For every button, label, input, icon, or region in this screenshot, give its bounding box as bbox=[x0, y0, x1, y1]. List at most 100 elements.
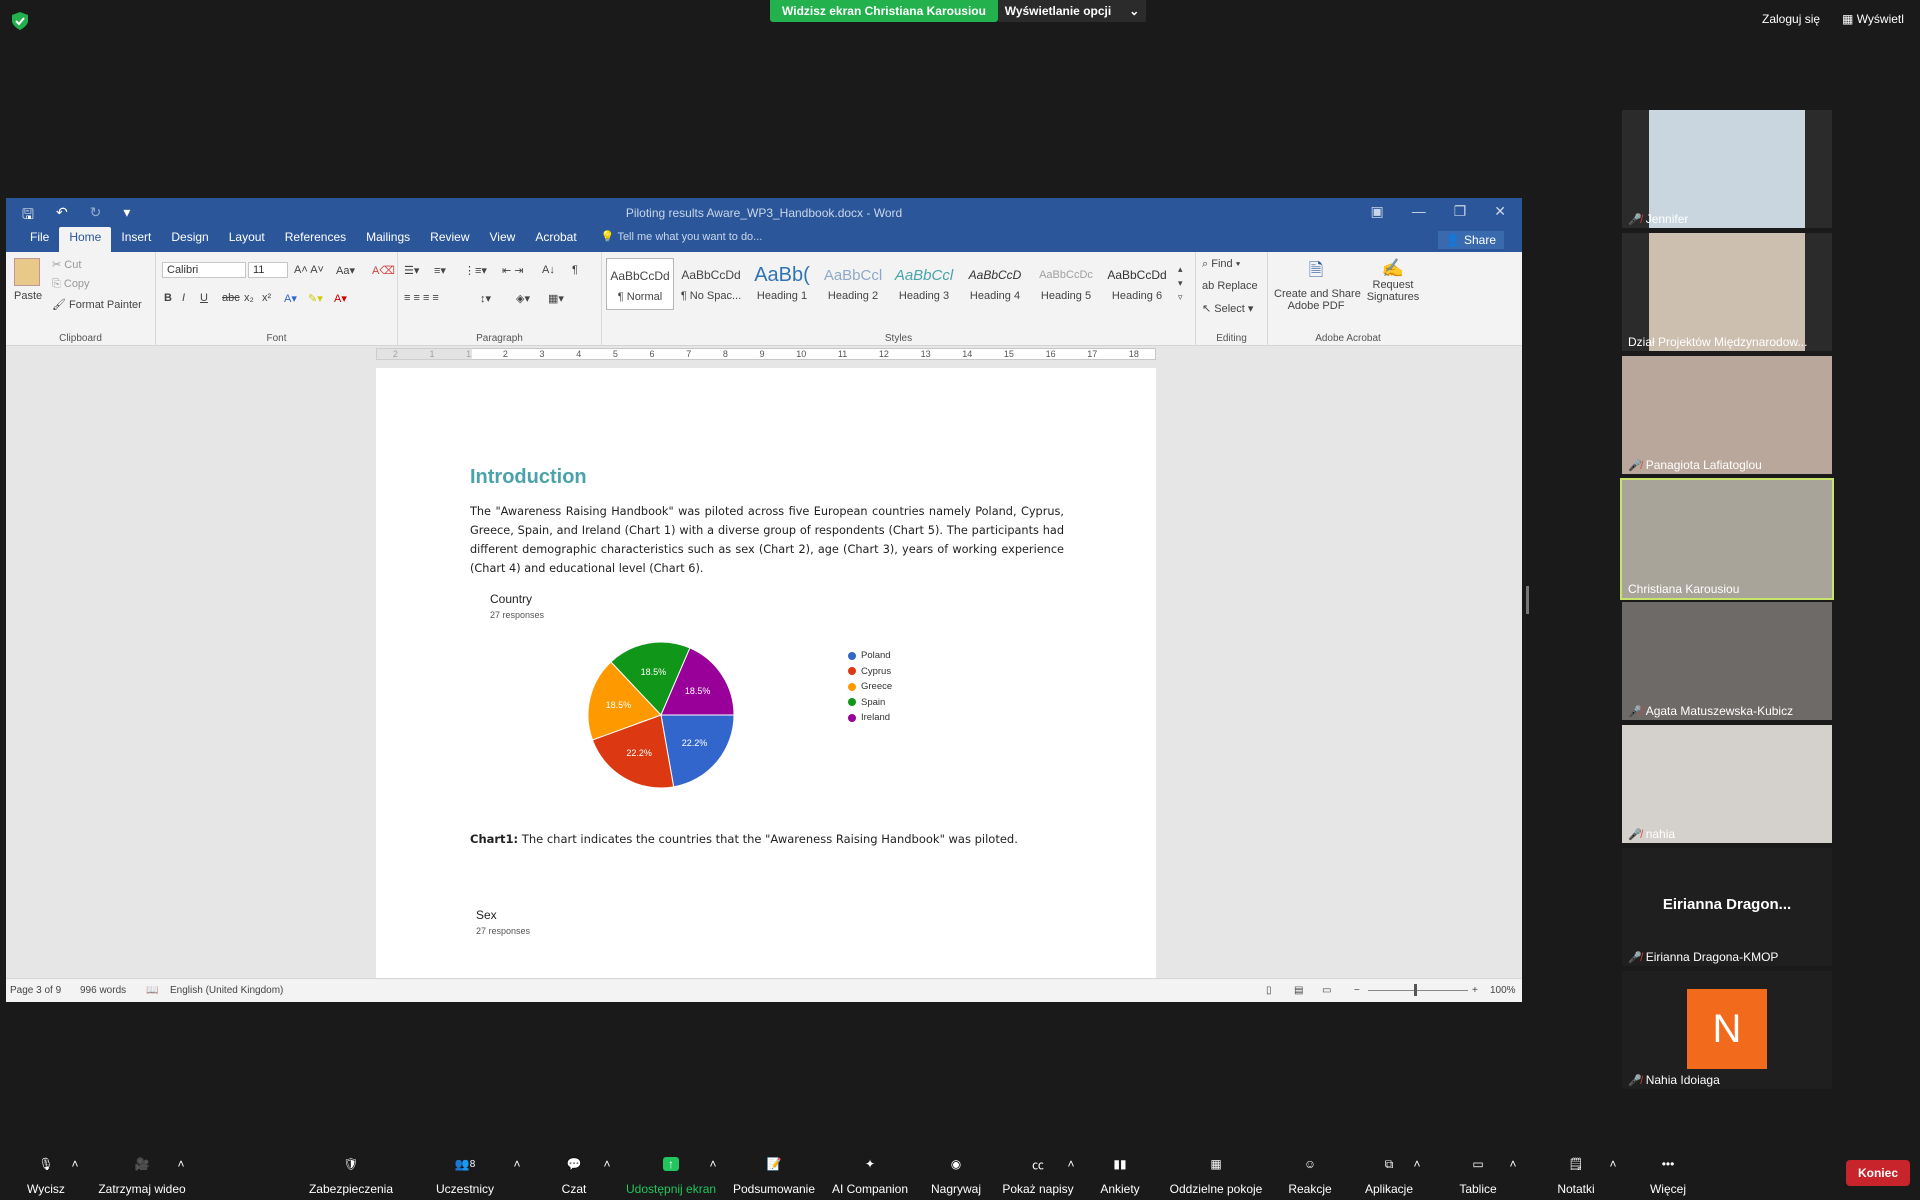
italic-icon[interactable]: I bbox=[182, 292, 185, 304]
tab-layout[interactable]: Layout bbox=[219, 227, 275, 252]
share-chevron-icon[interactable]: ˄ bbox=[708, 1152, 718, 1176]
restore-icon[interactable]: ❐ bbox=[1454, 203, 1467, 220]
create-pdf-button[interactable]: 🗎 Create and Share Adobe PDF bbox=[1274, 258, 1361, 312]
align-icons[interactable]: ≡ ≡ ≡ ≡ bbox=[404, 292, 439, 304]
ribbon-display-icon[interactable]: ▣ bbox=[1370, 203, 1383, 220]
view-options-dropdown[interactable]: Wyświetlanie opcji ⌄ bbox=[998, 0, 1146, 22]
subscript-icon[interactable]: x₂ bbox=[244, 292, 254, 304]
multilevel-list-icon[interactable]: ⋮≡▾ bbox=[464, 264, 487, 277]
apps-button[interactable]: ⧉ Aplikacje bbox=[1360, 1152, 1418, 1197]
ai-companion-button[interactable]: ✦ AI Companion bbox=[830, 1152, 910, 1196]
format-painter-button[interactable]: 🖌 Format Painter bbox=[52, 298, 142, 311]
numbering-icon[interactable]: ≡▾ bbox=[434, 264, 446, 277]
reactions-button[interactable]: ☺ Reakcje bbox=[1284, 1152, 1336, 1196]
text-effects-icon[interactable]: A▾ bbox=[284, 292, 297, 305]
apps-chevron-icon[interactable]: ˄ bbox=[1412, 1152, 1422, 1176]
zoom-level[interactable]: 100% bbox=[1490, 985, 1516, 996]
line-spacing-icon[interactable]: ↕▾ bbox=[480, 292, 491, 305]
participants-chevron-icon[interactable]: ˄ bbox=[512, 1152, 522, 1176]
tab-references[interactable]: References bbox=[275, 227, 356, 252]
tab-view[interactable]: View bbox=[480, 227, 526, 252]
language[interactable]: English (United Kingdom) bbox=[170, 985, 283, 996]
document-page[interactable]: Introduction The "Awareness Raising Hand… bbox=[376, 368, 1156, 978]
security-button[interactable]: 🛡 Zabezpieczenia bbox=[308, 1152, 394, 1196]
bold-icon[interactable]: B bbox=[164, 292, 172, 304]
polls-button[interactable]: ▮▮ Ankiety bbox=[1096, 1152, 1144, 1196]
close-icon[interactable]: ✕ bbox=[1494, 203, 1506, 220]
style-heading-5[interactable]: AaBbCcDc Heading 5 bbox=[1032, 258, 1100, 310]
login-link[interactable]: Zaloguj się bbox=[1762, 12, 1820, 26]
zoom-slider-thumb[interactable] bbox=[1414, 984, 1417, 996]
styles-scroll-icon[interactable]: ▴ ▾ ▿ bbox=[1178, 262, 1183, 304]
web-layout-icon[interactable]: ▭ bbox=[1322, 985, 1331, 996]
shading-icon[interactable]: ◈▾ bbox=[516, 292, 530, 305]
style-no-spacing[interactable]: AaBbCcDd ¶ No Spac... bbox=[677, 258, 745, 310]
paste-icon[interactable] bbox=[14, 258, 40, 286]
participant-tile[interactable]: 🎤̸ Panagiota Lafiatoglou bbox=[1622, 356, 1832, 474]
tab-file[interactable]: File bbox=[20, 227, 59, 252]
video-options-chevron-icon[interactable]: ˄ bbox=[176, 1152, 186, 1176]
highlight-icon[interactable]: ✎▾ bbox=[308, 292, 323, 305]
audio-options-chevron-icon[interactable]: ˄ bbox=[70, 1152, 80, 1176]
participant-tile[interactable]: Dział Projektów Międzynarodow... bbox=[1622, 233, 1832, 351]
select-button[interactable]: ↖ Select ▾ bbox=[1202, 302, 1253, 315]
participant-tile[interactable]: 🎤̸ nahia bbox=[1622, 725, 1832, 843]
minimize-icon[interactable]: — bbox=[1412, 203, 1426, 220]
font-size-select[interactable]: 11 bbox=[248, 262, 288, 278]
whiteboards-chevron-icon[interactable]: ˄ bbox=[1508, 1152, 1518, 1176]
zoom-in-icon[interactable]: + bbox=[1472, 985, 1478, 996]
find-button[interactable]: ⌕ Find ▾ bbox=[1202, 258, 1240, 271]
share-screen-button[interactable]: ↑ Udostępnij ekran bbox=[626, 1152, 716, 1196]
request-signatures-button[interactable]: ✍ Request Signatures bbox=[1360, 258, 1426, 303]
style-normal[interactable]: AaBbCcDd ¶ Normal bbox=[606, 258, 674, 310]
indent-icons[interactable]: ⇤ ⇥ bbox=[502, 264, 524, 277]
participant-tile[interactable]: 🎤̸ Agata Matuszewska-Kubicz bbox=[1622, 602, 1832, 720]
participant-tile-active-speaker[interactable]: Christiana Karousiou bbox=[1620, 478, 1834, 600]
tab-design[interactable]: Design bbox=[161, 227, 218, 252]
more-button[interactable]: ••• Więcej bbox=[1644, 1152, 1692, 1196]
participant-tile[interactable]: N 🎤̸ Nahia Idoiaga bbox=[1622, 971, 1832, 1089]
print-layout-icon[interactable]: ▤ bbox=[1294, 985, 1303, 996]
chat-chevron-icon[interactable]: ˄ bbox=[602, 1152, 612, 1176]
mute-button[interactable]: 🎙 Wycisz bbox=[20, 1152, 72, 1196]
style-heading-1[interactable]: AaBb(Heading 1 bbox=[748, 258, 816, 310]
captions-button[interactable]: ㏄ Pokaż napisy bbox=[1000, 1152, 1076, 1197]
read-mode-icon[interactable]: ▯ bbox=[1266, 985, 1272, 996]
copy-button[interactable]: ⎘ Copy bbox=[52, 278, 90, 291]
tab-mailings[interactable]: Mailings bbox=[356, 227, 420, 252]
tab-acrobat[interactable]: Acrobat bbox=[525, 227, 586, 252]
clear-formatting-icon[interactable]: A⌫ bbox=[372, 264, 395, 277]
view-button[interactable]: ▦ Wyświetl bbox=[1842, 12, 1904, 26]
zoom-out-icon[interactable]: − bbox=[1354, 985, 1360, 996]
document-area[interactable]: Introduction The "Awareness Raising Hand… bbox=[6, 368, 1522, 978]
style-heading-2[interactable]: AaBbCcl Heading 2 bbox=[819, 258, 887, 310]
style-heading-3[interactable]: AaBbCcl Heading 3 bbox=[890, 258, 958, 310]
bullets-icon[interactable]: ☰▾ bbox=[404, 264, 419, 277]
paste-button[interactable]: Paste bbox=[14, 290, 42, 302]
font-grow-shrink-icon[interactable]: A˄ A˅ bbox=[294, 264, 324, 276]
resize-handle[interactable] bbox=[1526, 586, 1529, 614]
style-heading-4[interactable]: AaBbCcD Heading 4 bbox=[961, 258, 1029, 310]
cut-button[interactable]: ✂ Cut bbox=[52, 258, 81, 271]
tab-review[interactable]: Review bbox=[420, 227, 479, 252]
horizontal-ruler[interactable]: 21123456789101112131415161718 bbox=[6, 346, 1522, 362]
change-case-icon[interactable]: Aa▾ bbox=[336, 264, 355, 277]
whiteboards-button[interactable]: ▭ Tablice bbox=[1452, 1152, 1504, 1196]
share-button[interactable]: 👤 Share bbox=[1437, 231, 1504, 249]
tab-home[interactable]: Home bbox=[59, 227, 112, 252]
zoom-slider[interactable] bbox=[1368, 990, 1468, 991]
strikethrough-icon[interactable]: abc bbox=[222, 292, 240, 304]
tell-me-search[interactable]: 💡 Tell me what you want to do... bbox=[601, 227, 763, 252]
breakout-rooms-button[interactable]: ▦ Oddzielne pokoje bbox=[1166, 1152, 1266, 1196]
superscript-icon[interactable]: x² bbox=[262, 292, 271, 304]
tab-insert[interactable]: Insert bbox=[111, 227, 161, 252]
style-heading-6[interactable]: AaBbCcDd Heading 6 bbox=[1103, 258, 1171, 310]
sort-icon[interactable]: A↓ bbox=[542, 264, 555, 276]
show-marks-icon[interactable]: ¶ bbox=[572, 264, 578, 276]
underline-icon[interactable]: U bbox=[200, 292, 208, 304]
participant-tile[interactable]: 🎤̸ Jennifer bbox=[1622, 110, 1832, 228]
chat-button[interactable]: 💬 Czat bbox=[556, 1152, 592, 1196]
word-count[interactable]: 996 words bbox=[80, 985, 126, 996]
proofing-icon[interactable]: 📖 bbox=[146, 985, 158, 996]
participant-tile[interactable]: Eirianna Dragon... 🎤̸ Eirianna Dragona-KM… bbox=[1622, 848, 1832, 966]
